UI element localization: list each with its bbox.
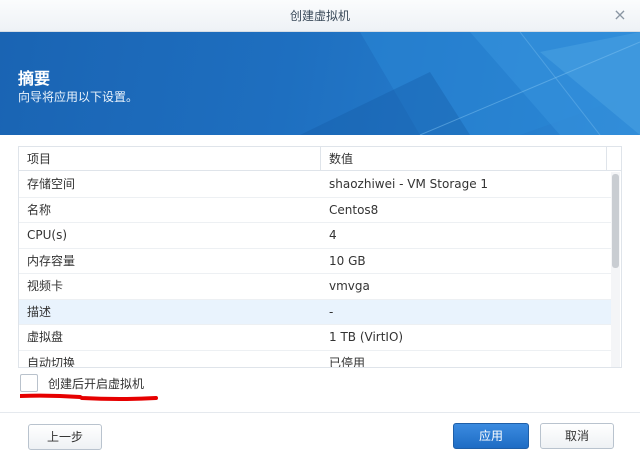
cancel-button[interactable]: 取消 — [540, 423, 614, 449]
row-value: 已停用 — [329, 355, 366, 368]
banner-heading: 摘要 — [18, 69, 51, 88]
table-row[interactable]: 名称 Centos8 — [19, 198, 611, 223]
table-body: 存储空间 shaozhiwei - VM Storage 1 名称 Centos… — [19, 172, 611, 368]
row-value: 4 — [329, 228, 337, 242]
power-on-label[interactable]: 创建后开启虚拟机 — [48, 375, 144, 392]
table-row[interactable]: 虚拟盘 1 TB (VirtIO) — [19, 325, 611, 351]
row-value: 10 GB — [329, 253, 366, 268]
row-value: vmvga — [329, 279, 370, 293]
row-item: CPU(s) — [27, 228, 68, 242]
banner-subtitle: 向导将应用以下设置。 — [18, 90, 139, 104]
power-on-checkbox[interactable] — [20, 374, 38, 392]
dialog-title: 创建虚拟机 — [289, 9, 350, 23]
row-item: 内存容量 — [27, 253, 76, 268]
table-scrollbar[interactable] — [611, 172, 620, 367]
column-header-item[interactable]: 项目 — [19, 147, 321, 170]
table-row[interactable]: 存储空间 shaozhiwei - VM Storage 1 — [19, 172, 611, 198]
row-item: 虚拟盘 — [27, 330, 64, 344]
close-icon[interactable]: × — [612, 7, 628, 23]
summary-table: 项目 数值 存储空间 shaozhiwei - VM Storage 1 名称 … — [18, 146, 622, 368]
table-row[interactable]: CPU(s) 4 — [19, 223, 611, 249]
row-item: 存储空间 — [27, 177, 76, 191]
row-item: 描述 — [27, 304, 52, 319]
row-value: Centos8 — [329, 202, 379, 217]
scrollbar-thumb[interactable] — [612, 174, 619, 268]
row-item: 视频卡 — [27, 279, 64, 293]
back-button[interactable]: 上一步 — [28, 424, 102, 450]
row-item: 自动切换 — [27, 355, 76, 368]
table-row[interactable]: 内存容量 10 GB — [19, 249, 611, 274]
row-value: shaozhiwei - VM Storage 1 — [329, 177, 489, 191]
banner-decoration — [300, 32, 640, 135]
row-value: 1 TB (VirtIO) — [329, 330, 404, 344]
table-row-selected[interactable]: 描述 - — [19, 299, 611, 325]
power-on-option[interactable]: 创建后开启虚拟机 — [20, 374, 144, 392]
row-value: - — [329, 304, 334, 319]
red-underline-annotation — [20, 393, 158, 401]
row-item: 名称 — [27, 202, 52, 217]
table-row[interactable]: 视频卡 vmvga — [19, 274, 611, 300]
dialog-footer: 上一步 应用 取消 — [0, 412, 640, 453]
table-header: 项目 数值 — [19, 147, 621, 171]
dialog-titlebar: 创建虚拟机 × — [0, 0, 640, 32]
summary-banner: 摘要 向导将应用以下设置。 — [0, 32, 640, 135]
column-header-value[interactable]: 数值 — [321, 147, 607, 170]
apply-button[interactable]: 应用 — [453, 423, 529, 449]
table-row[interactable]: 自动切换 已停用 — [19, 351, 611, 368]
